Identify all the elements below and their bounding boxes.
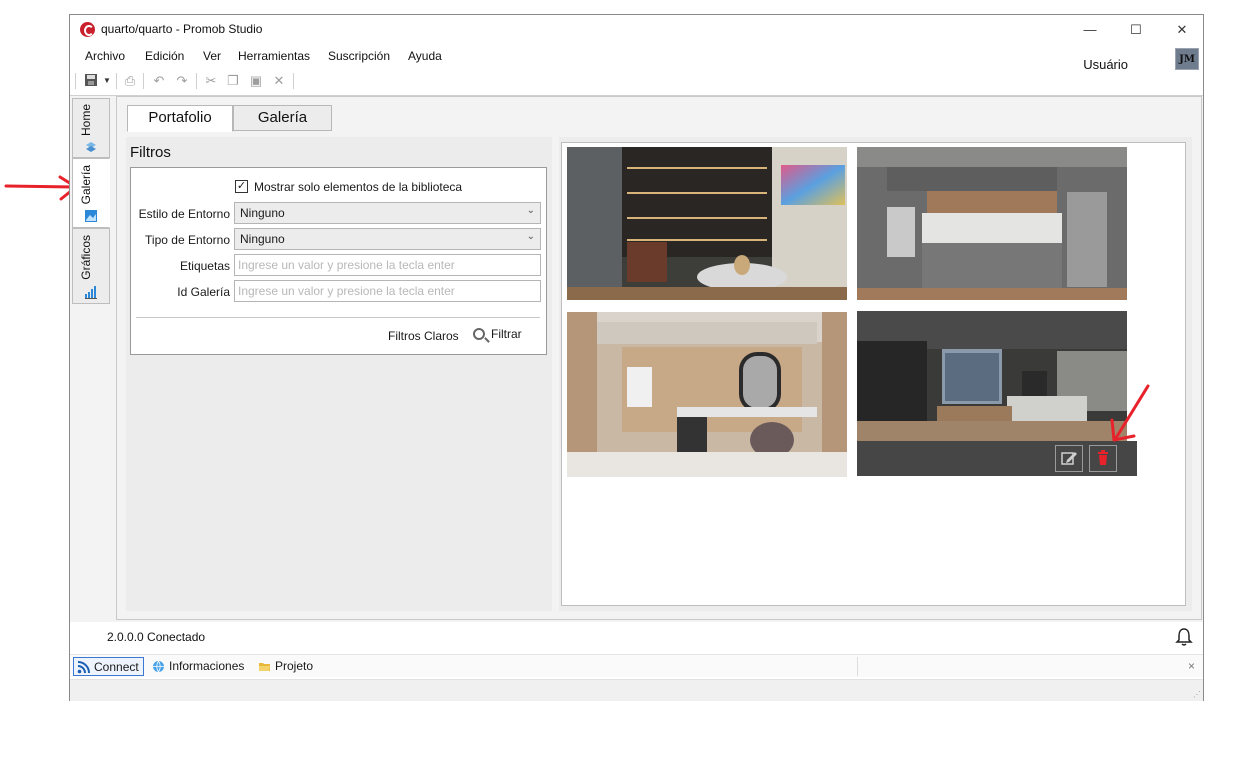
gallery-icon bbox=[85, 210, 97, 222]
tab-connect[interactable]: Connect bbox=[73, 657, 144, 676]
menu-archivo[interactable]: Archivo bbox=[85, 49, 125, 63]
footer-bar: ⋰ bbox=[70, 679, 1203, 701]
thumbnail-actions-bar bbox=[857, 441, 1137, 476]
bottom-panel-tabs: Connect Informaciones Projeto × bbox=[70, 654, 1203, 677]
environment-style-value: Ninguno bbox=[240, 206, 285, 220]
title-bar: quarto/quarto - Promob Studio — ☐ ✕ bbox=[70, 15, 1203, 45]
gallery-grid bbox=[561, 142, 1186, 606]
tab-informaciones-label: Informaciones bbox=[169, 659, 245, 673]
toolbar-separator bbox=[196, 73, 197, 89]
undo-icon[interactable]: ↶ bbox=[151, 73, 167, 89]
side-tab-graficos[interactable]: Gráficos bbox=[72, 228, 110, 304]
tags-input[interactable] bbox=[234, 254, 541, 276]
tags-label: Etiquetas bbox=[179, 259, 230, 273]
environment-style-select[interactable]: Ninguno ⌄ bbox=[234, 202, 541, 224]
gallery-item[interactable] bbox=[567, 312, 847, 477]
menu-ayuda[interactable]: Ayuda bbox=[408, 49, 442, 63]
copy-icon[interactable]: ❐ bbox=[225, 73, 241, 89]
gallery-item[interactable] bbox=[857, 311, 1137, 476]
living-dining-thumbnail bbox=[567, 147, 847, 300]
menu-herramientas[interactable]: Herramientas bbox=[238, 49, 310, 63]
environment-style-label: Estilo de Entorno bbox=[138, 207, 230, 221]
library-only-checkbox[interactable]: ✓ bbox=[235, 180, 248, 193]
bell-icon[interactable] bbox=[1175, 627, 1193, 647]
search-icon bbox=[473, 328, 485, 340]
filters-divider bbox=[136, 317, 540, 318]
kitchen-thumbnail bbox=[857, 147, 1127, 300]
tab-projeto[interactable]: Projeto bbox=[255, 657, 317, 676]
edit-button[interactable] bbox=[1055, 445, 1083, 472]
close-panel-icon[interactable]: × bbox=[1188, 659, 1195, 673]
status-text: 2.0.0.0 Conectado bbox=[107, 630, 206, 644]
status-bar: 2.0.0.0 Conectado bbox=[70, 625, 1203, 649]
menu-suscripcion[interactable]: Suscripción bbox=[328, 49, 390, 63]
tab-informaciones[interactable]: Informaciones bbox=[149, 657, 248, 676]
gallery-item[interactable] bbox=[857, 147, 1137, 300]
side-tab-label: Home bbox=[79, 104, 93, 137]
filters-title: Filtros bbox=[130, 144, 171, 161]
toolbar: ▼ ⎙ ↶ ↷ ✂ ❐ ▣ ✕ bbox=[75, 71, 375, 91]
clear-filters-button[interactable]: Filtros Claros bbox=[388, 329, 459, 343]
dressing-room-thumbnail bbox=[567, 312, 847, 477]
menu-edicion[interactable]: Edición bbox=[145, 49, 184, 63]
gallery-panel bbox=[559, 137, 1192, 611]
toolbar-separator bbox=[293, 73, 294, 89]
gallery-item[interactable] bbox=[567, 147, 847, 300]
content-frame: Portafolio Galería Filtros ✓ Mostrar sol… bbox=[116, 96, 1202, 620]
gallery-id-label: Id Galería bbox=[177, 285, 230, 299]
cut-icon[interactable]: ✂ bbox=[203, 73, 219, 89]
tab-connect-label: Connect bbox=[94, 660, 139, 674]
gallery-id-input[interactable] bbox=[234, 280, 541, 302]
side-tab-bar: Home Galería Gráficos bbox=[72, 98, 110, 621]
save-icon[interactable] bbox=[83, 73, 99, 89]
chart-icon bbox=[85, 286, 97, 299]
chevron-down-icon: ⌄ bbox=[526, 205, 535, 216]
trash-icon bbox=[1098, 450, 1108, 465]
home-icon bbox=[86, 142, 96, 152]
window-title: quarto/quarto - Promob Studio bbox=[101, 22, 263, 36]
folder-icon bbox=[259, 663, 270, 671]
paste-icon[interactable]: ▣ bbox=[248, 73, 264, 89]
side-tab-home[interactable]: Home bbox=[72, 98, 110, 158]
side-tab-label: Galería bbox=[79, 165, 93, 205]
menu-bar: Archivo Edición Ver Herramientas Suscrip… bbox=[70, 47, 1203, 67]
toolbar-separator bbox=[143, 73, 144, 89]
user-label[interactable]: Usuário bbox=[1083, 57, 1128, 72]
resize-grip-icon[interactable]: ⋰ bbox=[1193, 690, 1201, 699]
side-tab-label: Gráficos bbox=[79, 235, 93, 280]
environment-type-value: Ninguno bbox=[240, 232, 285, 246]
minimize-button[interactable]: — bbox=[1075, 19, 1105, 41]
maximize-button[interactable]: ☐ bbox=[1121, 19, 1151, 41]
bottom-panel-separator bbox=[857, 657, 858, 676]
toolbar-separator bbox=[116, 73, 117, 89]
main-area: Home Galería Gráficos Portafolio Galería… bbox=[70, 95, 1203, 622]
chevron-down-icon: ⌄ bbox=[526, 231, 535, 242]
delete-button[interactable] bbox=[1089, 445, 1117, 472]
close-window-button[interactable]: ✕ bbox=[1167, 19, 1197, 41]
redo-icon[interactable]: ↷ bbox=[174, 73, 190, 89]
filter-button-label: Filtrar bbox=[491, 327, 522, 341]
edit-icon bbox=[1061, 452, 1077, 465]
environment-type-select[interactable]: Ninguno ⌄ bbox=[234, 228, 541, 250]
environment-type-label: Tipo de Entorno bbox=[145, 233, 230, 247]
side-tab-galeria[interactable]: Galería bbox=[72, 158, 110, 228]
rss-icon bbox=[77, 661, 90, 674]
delete-icon[interactable]: ✕ bbox=[271, 73, 287, 89]
tab-galeria[interactable]: Galería bbox=[233, 105, 332, 131]
avatar[interactable]: JM bbox=[1175, 48, 1199, 70]
tab-portafolio[interactable]: Portafolio bbox=[127, 105, 233, 132]
library-only-label[interactable]: Mostrar solo elementos de la biblioteca bbox=[254, 180, 462, 194]
save-dropdown-icon[interactable]: ▼ bbox=[99, 73, 115, 89]
filter-button[interactable]: Filtrar bbox=[473, 327, 522, 341]
promob-logo-icon bbox=[80, 22, 95, 37]
app-window: quarto/quarto - Promob Studio — ☐ ✕ Arch… bbox=[69, 14, 1204, 701]
toolbar-grip bbox=[75, 73, 76, 89]
annotation-arrow-right bbox=[1110, 384, 1150, 442]
filters-panel: Filtros ✓ Mostrar solo elementos de la b… bbox=[126, 137, 552, 611]
print-icon[interactable]: ⎙ bbox=[122, 73, 138, 89]
tab-projeto-label: Projeto bbox=[275, 659, 314, 673]
globe-icon bbox=[153, 660, 164, 673]
filters-box: ✓ Mostrar solo elementos de la bibliotec… bbox=[130, 167, 547, 355]
menu-ver[interactable]: Ver bbox=[203, 49, 221, 63]
